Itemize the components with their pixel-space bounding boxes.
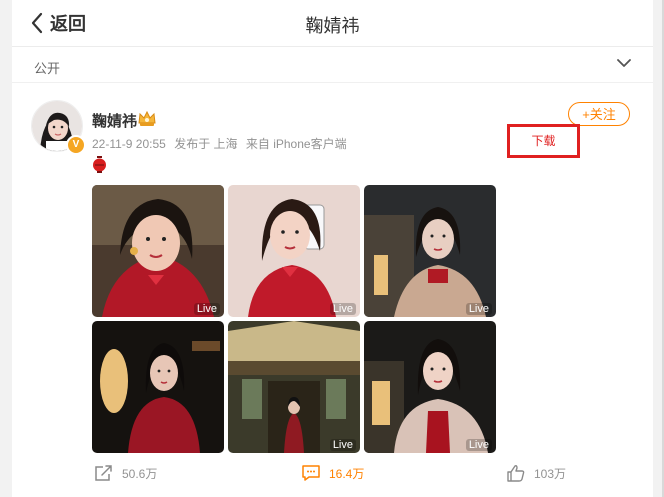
like-button[interactable]: 103万 (506, 455, 566, 491)
photo-1[interactable]: Live (92, 185, 224, 317)
comment-icon (302, 465, 320, 481)
download-button[interactable]: 下载 (507, 124, 580, 158)
repost-button[interactable]: 50.6万 (94, 455, 157, 491)
live-badge: Live (329, 439, 356, 451)
post-source: 来自 iPhone客户端 (245, 137, 347, 151)
live-badge: Live (329, 303, 356, 315)
avatar[interactable]: V (31, 100, 86, 155)
like-count: 103万 (534, 466, 567, 481)
photo-4[interactable] (92, 321, 224, 453)
repost-icon (95, 465, 112, 481)
comment-count: 16.4万 (329, 466, 365, 481)
post-time[interactable]: 22-11-9 20:55 (92, 137, 166, 151)
username[interactable]: 鞠婧祎 (92, 110, 137, 131)
follow-button[interactable]: +关注 (568, 102, 630, 126)
action-bar: 50.6万 16.4万 103万 (12, 455, 653, 491)
page-title: 鞠婧祎 (305, 16, 360, 36)
photo-2[interactable]: Live (228, 185, 360, 317)
top-bar: 返回 鞠婧祎 (12, 0, 653, 47)
visibility-label: 公开 (34, 61, 61, 76)
repost-count: 50.6万 (122, 466, 158, 481)
post-card: 返回 鞠婧祎 公开 V 鞠婧祎 22-11-9 20:55 发布于 上海 来自 … (12, 0, 653, 497)
visibility-row[interactable]: 公开 (12, 47, 653, 83)
thumbs-up-icon (507, 465, 525, 482)
post-meta: 22-11-9 20:55 发布于 上海 来自 iPhone客户端 (92, 135, 352, 152)
red-lantern-icon (93, 156, 106, 173)
chevron-down-icon[interactable] (617, 58, 631, 68)
photo-6[interactable]: Live (364, 321, 496, 453)
live-badge: Live (193, 303, 220, 315)
verified-badge-icon: V (66, 135, 86, 155)
comment-button[interactable]: 16.4万 (301, 455, 364, 491)
crown-badge-icon (138, 110, 156, 126)
live-badge: Live (465, 303, 492, 315)
live-badge: Live (465, 439, 492, 451)
photo-5[interactable]: Live (228, 321, 360, 453)
photo-grid: Live Live Live Live Live (92, 185, 496, 453)
photo-3[interactable]: Live (364, 185, 496, 317)
post-location: 发布于 上海 (174, 137, 238, 151)
